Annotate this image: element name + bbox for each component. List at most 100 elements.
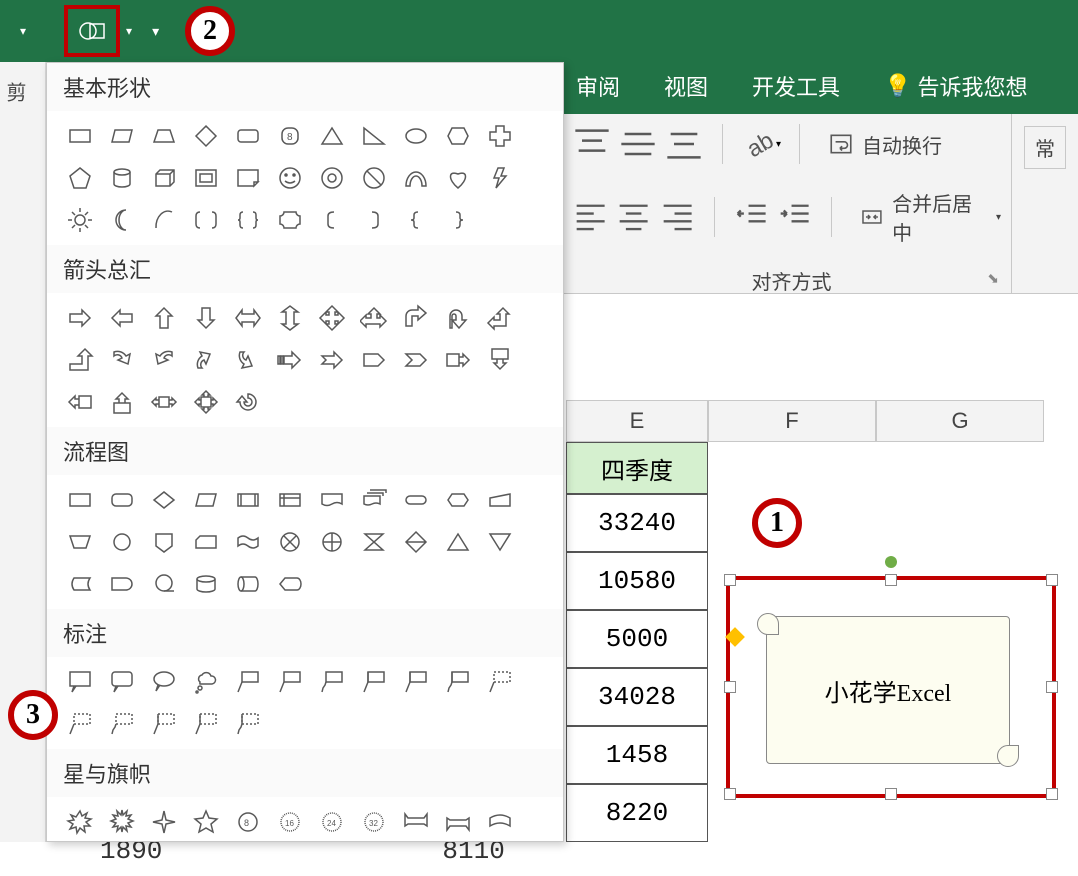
column-header-G[interactable]: G xyxy=(876,400,1044,442)
shape-no-symbol[interactable] xyxy=(355,159,393,197)
shape-oval[interactable] xyxy=(397,117,435,155)
shape-fc-display[interactable] xyxy=(271,565,309,603)
shape-uturn-arrow[interactable] xyxy=(439,299,477,337)
shape-16pt-star[interactable]: 16 xyxy=(271,803,309,841)
shape-bent-up-arrow[interactable] xyxy=(61,341,99,379)
shape-callout-line3[interactable] xyxy=(313,663,351,701)
shape-left-arrow-callout[interactable] xyxy=(61,383,99,421)
shape-explosion2[interactable] xyxy=(103,803,141,841)
shape-4pt-star[interactable] xyxy=(145,803,183,841)
shape-trapezoid[interactable] xyxy=(145,117,183,155)
align-center-button[interactable] xyxy=(615,197,652,237)
handle-e[interactable] xyxy=(1046,681,1058,693)
shape-up-arrow-callout[interactable] xyxy=(103,383,141,421)
shape-callout-border2[interactable] xyxy=(61,705,99,743)
shape-left-up-arrow[interactable] xyxy=(481,299,519,337)
shape-fc-connector[interactable] xyxy=(103,523,141,561)
align-bottom-button[interactable] xyxy=(664,124,704,164)
shape-fc-merge[interactable] xyxy=(481,523,519,561)
shape-callout-accent2[interactable] xyxy=(397,663,435,701)
shape-callout-noborder4[interactable] xyxy=(229,705,267,743)
increase-indent-button[interactable] xyxy=(776,197,813,237)
align-top-button[interactable] xyxy=(572,124,612,164)
shape-fc-predefined[interactable] xyxy=(229,481,267,519)
shape-up-down-arrow[interactable] xyxy=(271,299,309,337)
shape-fc-summing[interactable] xyxy=(271,523,309,561)
cell-E-r3[interactable]: 5000 xyxy=(566,610,708,668)
shape-double-bracket[interactable] xyxy=(187,201,225,239)
shape-up-arrow[interactable] xyxy=(145,299,183,337)
shape-fc-alternate[interactable] xyxy=(103,481,141,519)
shape-diamond[interactable] xyxy=(187,117,225,155)
cell-header-q4[interactable]: 四季度 xyxy=(566,442,708,494)
shape-double-brace[interactable] xyxy=(229,201,267,239)
shape-8pt-star-seal[interactable]: 8 xyxy=(229,803,267,841)
qat-dropdown-icon[interactable]: ▾ xyxy=(126,24,132,38)
handle-se[interactable] xyxy=(1046,788,1058,800)
shape-callout-oval[interactable] xyxy=(145,663,183,701)
shape-callout-rounded[interactable] xyxy=(103,663,141,701)
shape-chevron[interactable] xyxy=(397,341,435,379)
shape-arc-block[interactable] xyxy=(397,159,435,197)
cell-E-r5[interactable]: 1458 xyxy=(566,726,708,784)
shape-callout-noborder1[interactable] xyxy=(103,705,141,743)
shape-cross[interactable] xyxy=(481,117,519,155)
shape-quad-arrow[interactable] xyxy=(313,299,351,337)
shape-fc-preparation[interactable] xyxy=(439,481,477,519)
handle-nw[interactable] xyxy=(724,574,736,586)
shape-fc-terminator[interactable] xyxy=(397,481,435,519)
shape-can[interactable] xyxy=(103,159,141,197)
shape-down-ribbon[interactable] xyxy=(439,803,477,841)
align-left-button[interactable] xyxy=(572,197,609,237)
shape-curved-down-arrow[interactable] xyxy=(229,341,267,379)
shape-left-right-arrow-callout[interactable] xyxy=(145,383,183,421)
shape-callout-accent1[interactable] xyxy=(355,663,393,701)
shape-callout-border1[interactable] xyxy=(481,663,519,701)
shape-down-arrow-callout[interactable] xyxy=(481,341,519,379)
shape-down-arrow[interactable] xyxy=(187,299,225,337)
shape-fc-direct-access[interactable] xyxy=(229,565,267,603)
shape-pentagon[interactable] xyxy=(61,159,99,197)
shape-left-right-arrow[interactable] xyxy=(229,299,267,337)
handle-w[interactable] xyxy=(724,681,736,693)
shape-octagon-badge[interactable]: 8 xyxy=(271,117,309,155)
handle-s[interactable] xyxy=(885,788,897,800)
shape-parallelogram[interactable] xyxy=(103,117,141,155)
shape-fc-manual-input[interactable] xyxy=(481,481,519,519)
shape-rounded-rect[interactable] xyxy=(229,117,267,155)
cell-E-r6[interactable]: 8220 xyxy=(566,784,708,842)
shape-fc-stored-data[interactable] xyxy=(61,565,99,603)
shape-up-ribbon[interactable] xyxy=(397,803,435,841)
shape-donut[interactable] xyxy=(313,159,351,197)
shape-bevel[interactable] xyxy=(187,159,225,197)
column-header-F[interactable]: F xyxy=(708,400,876,442)
shape-fc-internal-storage[interactable] xyxy=(271,481,309,519)
tab-view[interactable]: 视图 xyxy=(660,58,712,114)
shape-fc-extract[interactable] xyxy=(439,523,477,561)
tab-review[interactable]: 审阅 xyxy=(572,58,624,114)
shape-folded-corner[interactable] xyxy=(229,159,267,197)
shape-heart[interactable] xyxy=(439,159,477,197)
shape-callout-noborder2[interactable] xyxy=(145,705,183,743)
shape-fc-seq-access[interactable] xyxy=(145,565,183,603)
shape-curved-up-arrow[interactable] xyxy=(187,341,225,379)
decrease-indent-button[interactable] xyxy=(733,197,770,237)
shape-32pt-star[interactable]: 32 xyxy=(355,803,393,841)
wrap-text-button[interactable]: 自动换行 xyxy=(818,126,952,163)
shape-callout-rect[interactable] xyxy=(61,663,99,701)
orientation-button[interactable]: ab▾ xyxy=(741,124,781,164)
shape-callout-accent3[interactable] xyxy=(439,663,477,701)
shape-callout-cloud[interactable] xyxy=(187,663,225,701)
qat-customize-icon[interactable]: ▾ xyxy=(152,23,159,40)
alignment-dialog-launcher[interactable]: ⬊ xyxy=(987,270,999,287)
adjust-handle[interactable] xyxy=(725,627,745,647)
shape-rectangle[interactable] xyxy=(61,117,99,155)
shape-explosion1[interactable] xyxy=(61,803,99,841)
shape-fc-or[interactable] xyxy=(313,523,351,561)
selected-scroll-shape[interactable]: 小花学Excel xyxy=(726,576,1056,798)
shape-fc-document[interactable] xyxy=(313,481,351,519)
shape-striped-right-arrow[interactable] xyxy=(271,341,309,379)
shape-fc-process[interactable] xyxy=(61,481,99,519)
shape-callout-line1[interactable] xyxy=(229,663,267,701)
shape-fc-multidoc[interactable] xyxy=(355,481,393,519)
